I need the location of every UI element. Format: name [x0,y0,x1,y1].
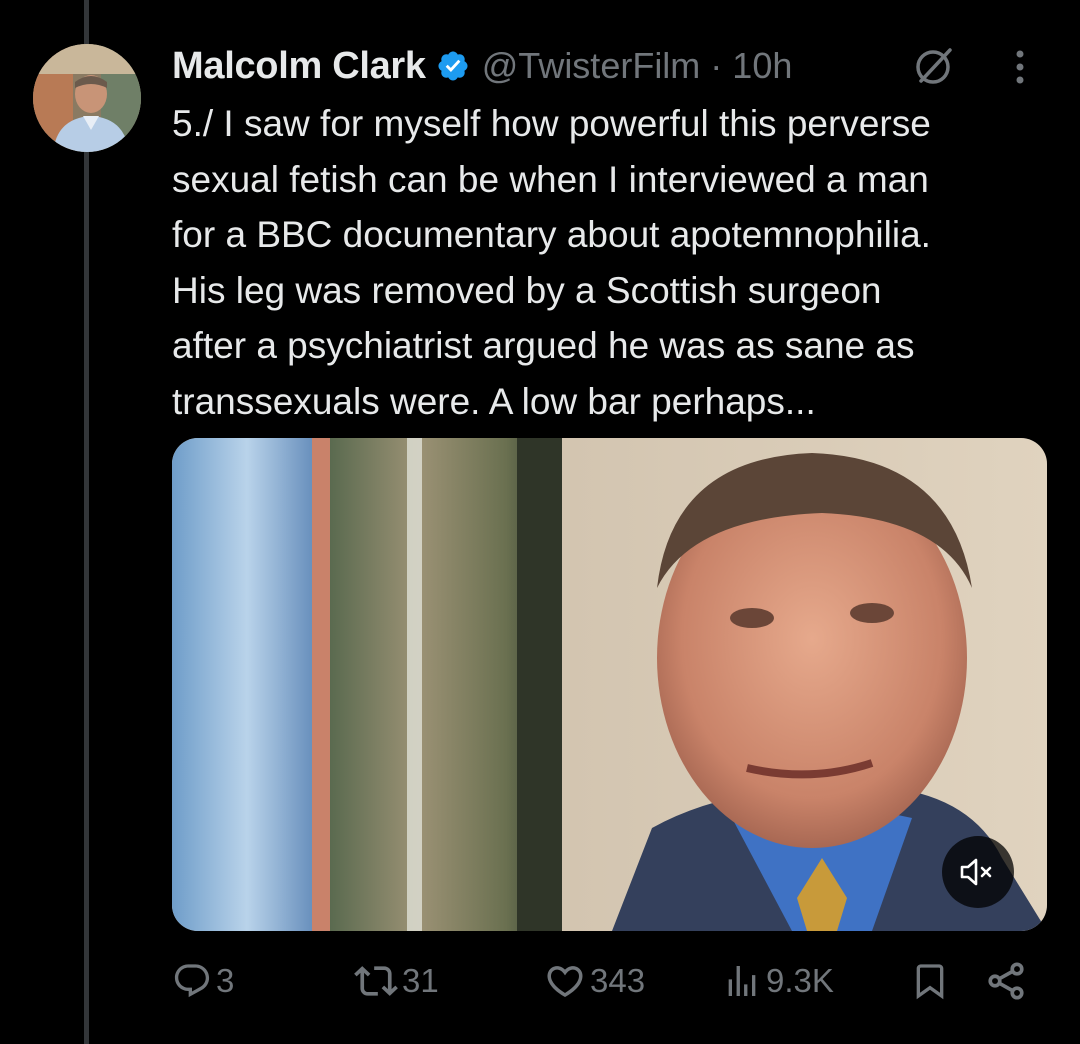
verified-badge-icon[interactable] [436,49,470,83]
author-handle[interactable]: @TwisterFilm [482,45,701,87]
views-count: 9.3K [766,962,834,999]
like-button[interactable]: 343 [544,950,645,1012]
heart-icon [547,966,583,998]
reply-button[interactable]: 3 [172,950,234,1012]
bookmark-icon [916,964,944,1000]
separator-dot: · [710,45,723,86]
tweet-header: Malcolm Clark @TwisterFilm · 10h [172,36,792,96]
share-button[interactable] [984,950,1028,1012]
avatar-photo [33,44,141,152]
repost-count: 31 [402,962,439,999]
author-name[interactable]: Malcolm Clark [172,45,426,88]
tweet-video[interactable] [172,438,1047,931]
muted-speaker-icon [960,858,992,886]
tweet-time[interactable]: 10h [732,45,792,87]
mute-toggle-button[interactable] [942,836,1014,908]
reply-count: 3 [216,962,235,999]
repost-icon [354,966,398,996]
views-button[interactable]: 9.3K [722,950,834,1012]
reply-icon [174,964,210,998]
thread-line [84,0,89,1044]
more-icon[interactable] [1010,46,1030,88]
author-avatar[interactable] [33,44,141,152]
like-count: 343 [590,962,646,999]
repost-button[interactable]: 31 [354,950,439,1012]
grok-icon[interactable] [912,44,956,88]
bookmark-button[interactable] [910,950,950,1012]
views-icon [728,966,756,996]
share-icon [988,962,1024,1000]
video-frame [172,438,1047,931]
tweet-actions: 3 31 343 9.3K [172,950,1042,1012]
tweet-text: 5./ I saw for myself how powerful this p… [172,103,931,422]
